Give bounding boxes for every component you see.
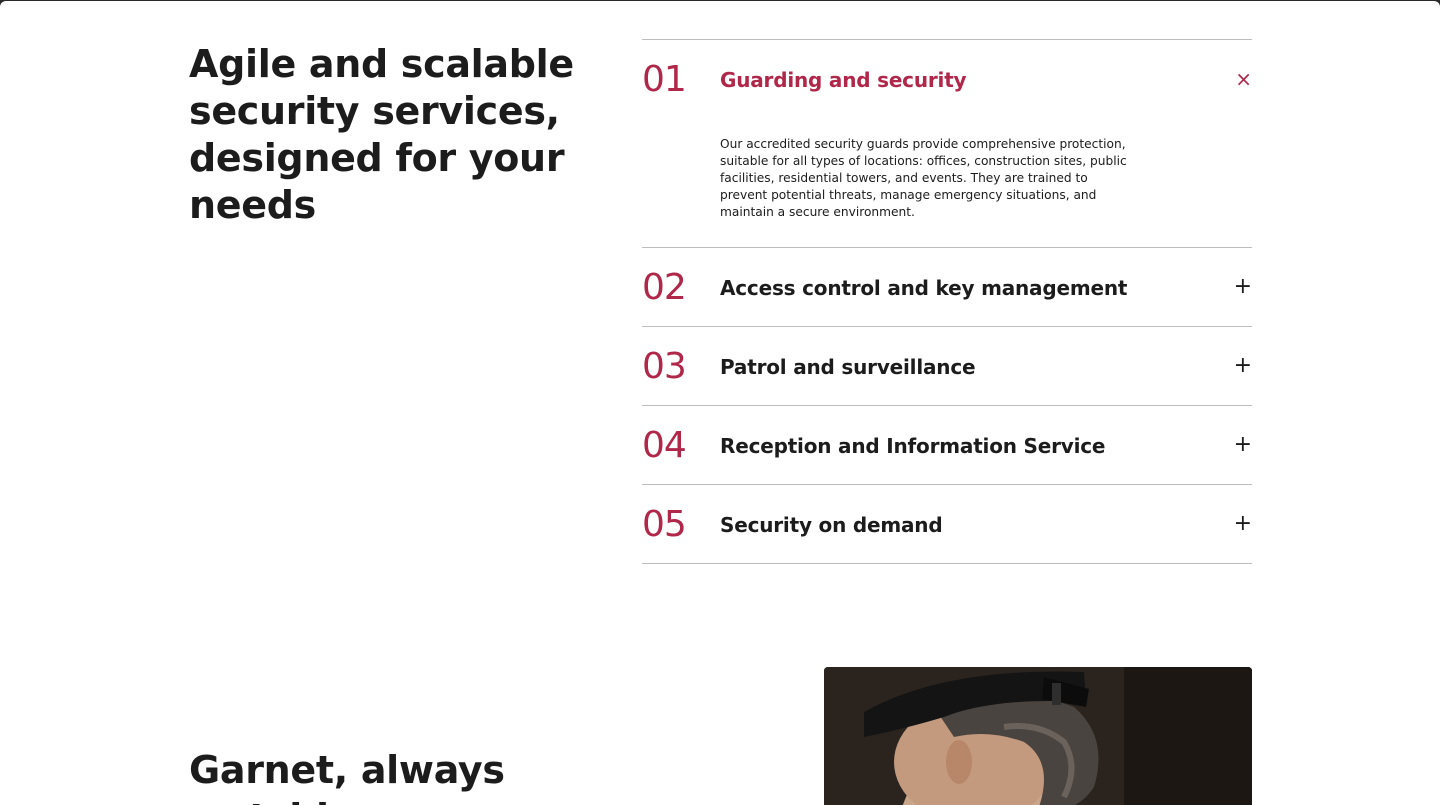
plus-icon[interactable]: + [1232,433,1252,457]
page: Agile and scalable security services, de… [0,1,1440,805]
section-headline: Agile and scalable security services, de… [189,42,574,227]
accordion-header-patrol[interactable]: 03 Patrol and surveillance + [642,327,1252,405]
close-icon[interactable]: × [1232,67,1252,91]
item-number: 03 [642,346,687,387]
photo-illustration [824,667,1252,805]
services-accordion: 01 Guarding and security × Our accredite… [642,39,1252,564]
accordion-item-guarding: 01 Guarding and security × Our accredite… [642,40,1252,248]
plus-icon[interactable]: + [1232,354,1252,378]
plus-icon[interactable]: + [1232,512,1252,536]
accordion-header-guarding[interactable]: 01 Guarding and security × [642,40,1252,124]
plus-icon[interactable]: + [1232,275,1252,299]
accordion-header-access-control[interactable]: 02 Access control and key management + [642,248,1252,326]
accordion-item-patrol: 03 Patrol and surveillance + [642,327,1252,406]
accordion-item-access-control: 02 Access control and key management + [642,248,1252,327]
item-number: 01 [642,59,687,100]
accordion-item-on-demand: 05 Security on demand + [642,485,1252,564]
accordion-header-reception[interactable]: 04 Reception and Information Service + [642,406,1252,484]
security-guard-photo [824,667,1252,805]
section-subheadline: Garnet, always watching [189,748,505,805]
item-number: 04 [642,425,687,466]
item-description: Our accredited security guards provide c… [720,137,1127,219]
item-title: Patrol and surveillance [720,355,976,379]
item-title: Guarding and security [720,68,967,92]
item-number: 05 [642,504,687,545]
item-title: Security on demand [720,513,943,537]
item-number: 02 [642,267,687,308]
accordion-header-on-demand[interactable]: 05 Security on demand + [642,485,1252,563]
item-title: Access control and key management [720,276,1128,300]
item-title: Reception and Information Service [720,434,1106,458]
accordion-item-reception: 04 Reception and Information Service + [642,406,1252,485]
